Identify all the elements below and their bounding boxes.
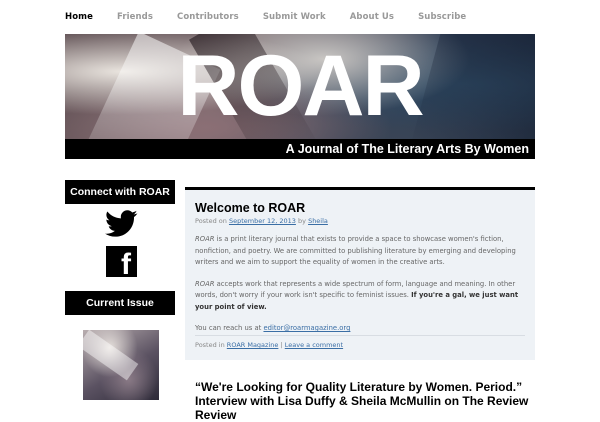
facebook-glyph: f: [121, 248, 131, 281]
nav-item-submit-work[interactable]: Submit Work: [263, 12, 326, 22]
post-paragraph: ROAR is a print literary journal that ex…: [195, 234, 530, 269]
current-issue-heading: Current Issue: [65, 291, 175, 315]
cover-art-stroke: [83, 330, 139, 381]
current-issue-cover-image[interactable]: [83, 330, 159, 400]
category-link[interactable]: ROAR Magazine: [227, 341, 279, 349]
post-author-link[interactable]: Sheila: [308, 217, 328, 225]
next-post-title-link[interactable]: “We're Looking for Quality Literature by…: [195, 380, 535, 422]
contact-email-link[interactable]: editor@roarmagazine.org: [263, 324, 350, 332]
main-nav: Home Friends Contributors Submit Work Ab…: [65, 0, 490, 34]
nav-item-contributors[interactable]: Contributors: [177, 12, 239, 22]
nav-item-subscribe[interactable]: Subscribe: [418, 12, 466, 22]
paragraph-text: is a print literary journal that exists …: [195, 235, 516, 266]
post-welcome: Welcome to ROAR Posted on September 12, …: [185, 187, 535, 360]
twitter-icon[interactable]: [105, 210, 138, 238]
journal-name-emphasis: ROAR: [195, 279, 215, 288]
site-tagline: A Journal of The Literary Arts By Women: [285, 142, 529, 156]
nav-item-about-us[interactable]: About Us: [350, 12, 394, 22]
meta-prefix: Posted on: [195, 217, 227, 225]
facebook-icon[interactable]: f: [106, 246, 137, 281]
site-title: ROAR: [177, 38, 424, 134]
leave-comment-link[interactable]: Leave a comment: [285, 341, 343, 349]
journal-name-emphasis: ROAR: [195, 235, 215, 243]
post-meta: Posted on September 12, 2013 by Sheila: [195, 217, 328, 225]
connect-heading: Connect with ROAR: [65, 180, 175, 204]
nav-item-home[interactable]: Home: [65, 12, 93, 22]
footer-prefix: Posted in: [195, 341, 225, 349]
footer-separator: |: [280, 341, 283, 349]
header-banner[interactable]: ROAR A Journal of The Literary Arts By W…: [65, 34, 535, 159]
post-paragraph: ROAR accepts work that represents a wide…: [195, 279, 530, 314]
nav-item-friends[interactable]: Friends: [117, 12, 153, 22]
post-body: ROAR is a print literary journal that ex…: [195, 234, 530, 345]
post-divider: [195, 335, 525, 336]
meta-by: by: [298, 217, 306, 225]
post-date-link[interactable]: September 12, 2013: [229, 217, 296, 225]
post-footer: Posted in ROAR Magazine | Leave a commen…: [195, 341, 343, 349]
post-title-link[interactable]: Welcome to ROAR: [195, 201, 305, 215]
twitter-icon-svg: [105, 210, 138, 237]
post-paragraph-contact: You can reach us at editor@roarmagazine.…: [195, 323, 530, 335]
contact-prefix: You can reach us at: [195, 324, 264, 332]
